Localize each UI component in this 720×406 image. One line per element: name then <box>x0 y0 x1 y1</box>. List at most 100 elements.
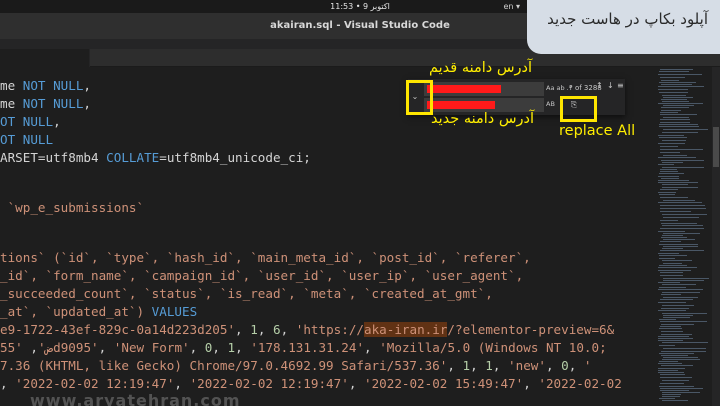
code-number: 1 <box>485 358 493 373</box>
minimap-line <box>660 250 704 251</box>
minimap-line <box>662 394 681 395</box>
code-keyword: OT NULL <box>0 132 54 147</box>
minimap-line <box>659 71 689 72</box>
minimap-line <box>661 324 694 325</box>
code-token: ARSET=utf8mb4 <box>0 150 107 165</box>
minimap-line <box>663 117 689 118</box>
replace-preserve-case[interactable]: AB <box>546 100 555 108</box>
minimap-line <box>662 132 698 133</box>
minimap-line <box>660 189 678 190</box>
code-token: , <box>447 358 463 373</box>
minimap-line <box>658 370 678 371</box>
code-line: _at`, `updated_at`) VALUES <box>0 303 197 321</box>
highlight-box-toggle <box>406 80 433 115</box>
scrollbar-thumb[interactable] <box>713 127 719 167</box>
vertical-scrollbar[interactable] <box>712 67 720 406</box>
minimap-line <box>662 187 698 188</box>
minimap-line <box>662 140 686 141</box>
minimap-line <box>662 225 703 226</box>
code-token: , <box>492 358 509 373</box>
find-in-selection-icon[interactable]: ≡ <box>617 81 624 90</box>
code-line: OT NULL, <box>0 113 61 131</box>
minimap-line <box>663 155 687 156</box>
minimap-line <box>658 253 679 254</box>
code-keyword: NOT NULL <box>22 78 84 93</box>
minimap-line <box>659 398 675 399</box>
minimap-line <box>659 258 675 259</box>
minimap-line <box>661 351 706 352</box>
annotation-replace-all: replace All <box>559 123 636 139</box>
minimap-line <box>661 237 687 238</box>
minimap-line <box>660 146 678 147</box>
code-string: '2022-02-02 12:19:47' <box>189 376 349 391</box>
minimap-line <box>663 246 698 247</box>
minimap-line <box>658 336 689 337</box>
minimap[interactable] <box>656 67 712 406</box>
minimap-line <box>658 310 686 311</box>
minimap-line <box>659 287 686 288</box>
minimap-line <box>661 178 679 179</box>
minimap-line <box>660 220 678 221</box>
code-string: '2022-02-02 15:49:47' <box>363 376 524 391</box>
previous-match-arrow-icon[interactable]: ↑ <box>596 81 603 90</box>
minimap-line <box>663 315 693 316</box>
next-match-arrow-icon[interactable]: ↓ <box>607 81 614 90</box>
code-token: , <box>348 376 364 391</box>
minimap-line <box>659 328 682 329</box>
minimap-line <box>662 359 700 360</box>
minimap-line <box>660 208 706 209</box>
minimap-line <box>663 239 695 240</box>
minimap-line <box>658 302 686 303</box>
minimap-line <box>663 200 695 201</box>
minimap-line <box>658 135 684 136</box>
minimap-line <box>658 340 683 341</box>
minimap-line <box>662 392 700 393</box>
code-number: 0 <box>561 358 569 373</box>
editor-tab-active[interactable] <box>0 49 90 67</box>
minimap-line <box>661 223 697 224</box>
minimap-line <box>660 377 692 378</box>
code-editor[interactable]: me NOT NULL, me NOT NULL, OT NULL, OT NU… <box>0 67 656 406</box>
minimap-line <box>662 380 689 381</box>
code-token: , <box>98 340 114 355</box>
code-token: , <box>212 340 228 355</box>
minimap-line <box>658 368 685 369</box>
find-input[interactable] <box>424 82 544 96</box>
minimap-line <box>661 107 689 108</box>
minimap-line <box>658 363 682 364</box>
code-line: tions` (`id`, `type`, `hash_id`, `main_m… <box>0 249 531 267</box>
minimap-line <box>663 278 709 279</box>
code-string: 'new' <box>508 358 546 373</box>
minimap-line <box>661 84 692 85</box>
minimap-line <box>660 383 684 384</box>
caption-card: آپلود بکاپ در هاست جدید <box>527 0 720 54</box>
minimap-line <box>660 77 685 78</box>
system-clock[interactable]: 11:53 • 9 اکتوبر <box>330 0 390 13</box>
code-keyword: COLLATE <box>106 150 160 165</box>
minimap-line <box>661 355 688 356</box>
minimap-line <box>660 211 691 212</box>
minimap-line <box>662 284 696 285</box>
minimap-line <box>659 353 694 354</box>
minimap-line <box>660 321 707 322</box>
annotation-old-domain: آدرس دامنه قدیم <box>429 60 533 76</box>
minimap-line <box>658 289 703 290</box>
code-number: 1 <box>250 322 258 337</box>
minimap-line <box>659 173 684 174</box>
annotation-new-domain: آدرس دامنه جدید <box>431 111 535 127</box>
code-token: , <box>523 376 539 391</box>
code-string: _succeeded_count`, `status`, `is_read`, … <box>0 286 493 301</box>
input-language-indicator[interactable]: en ▾ <box>503 0 520 13</box>
minimap-line <box>663 317 690 318</box>
code-string: ' <box>583 358 592 373</box>
minimap-line <box>662 167 704 168</box>
minimap-line <box>661 99 687 100</box>
minimap-line <box>658 89 688 90</box>
minimap-line <box>660 112 678 113</box>
replace-input[interactable] <box>424 98 544 112</box>
code-token: , <box>235 340 251 355</box>
minimap-line <box>663 297 698 298</box>
code-token: , <box>568 358 584 373</box>
minimap-line <box>661 331 683 332</box>
minimap-line <box>662 162 683 163</box>
